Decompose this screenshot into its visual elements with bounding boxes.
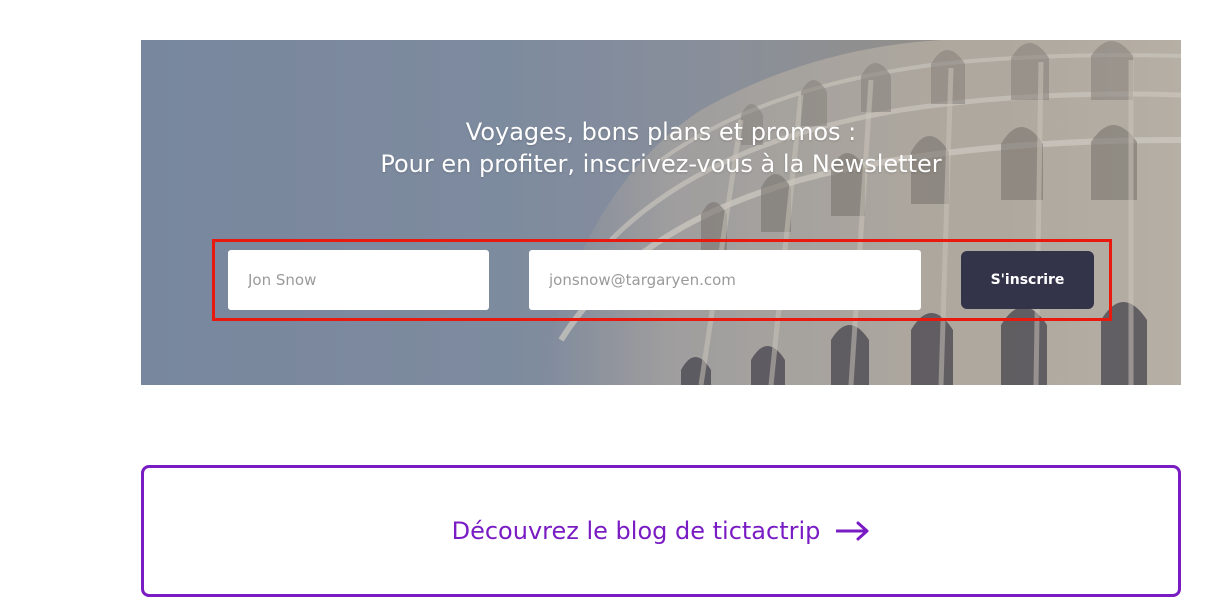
newsletter-banner: Voyages, bons plans et promos : Pour en … bbox=[141, 40, 1181, 385]
arrow-right-icon bbox=[835, 521, 870, 541]
newsletter-title-line1: Voyages, bons plans et promos : bbox=[465, 118, 857, 146]
newsletter-title-line2: Pour en profiter, inscrivez-vous à la Ne… bbox=[380, 150, 942, 178]
blog-link-button[interactable]: Découvrez le blog de tictactrip bbox=[141, 465, 1181, 597]
newsletter-title: Voyages, bons plans et promos : Pour en … bbox=[141, 116, 1181, 180]
colosseum-background-image bbox=[141, 40, 1181, 385]
subscribe-button[interactable]: S'inscrire bbox=[961, 251, 1094, 309]
page: Voyages, bons plans et promos : Pour en … bbox=[0, 0, 1208, 611]
email-input[interactable] bbox=[529, 250, 921, 310]
name-input[interactable] bbox=[228, 250, 489, 310]
blog-link-label: Découvrez le blog de tictactrip bbox=[451, 517, 821, 545]
